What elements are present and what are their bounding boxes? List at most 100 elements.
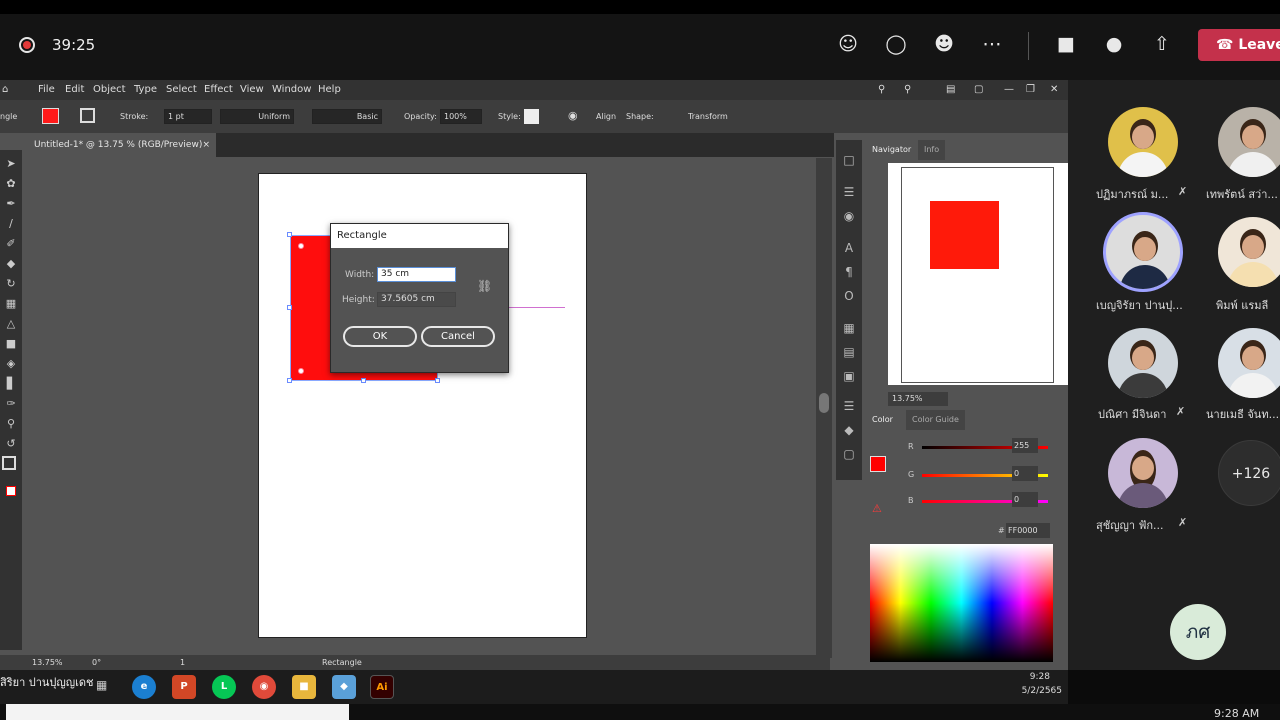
self-avatar[interactable]: ภศ (1170, 604, 1226, 660)
paragraph-icon[interactable]: ¶ (841, 264, 857, 280)
fill-swatch[interactable] (42, 108, 59, 124)
document-tab[interactable]: Untitled-1* @ 13.75 % (RGB/Preview) × (26, 133, 216, 157)
chrome-icon[interactable]: ◉ (252, 675, 276, 699)
variable-width-profile[interactable]: Uniform (220, 109, 294, 124)
app-icon[interactable]: ◆ (332, 675, 356, 699)
leave-button[interactable]: ☎ Leave (1198, 29, 1280, 61)
menu-window[interactable]: Window (272, 84, 311, 95)
scale-tool-icon[interactable]: ▦ (2, 296, 20, 312)
character-icon[interactable]: A (841, 240, 857, 256)
participant-avatar-active-speaker[interactable] (1103, 212, 1183, 292)
participant-avatar[interactable] (1108, 438, 1178, 508)
eraser-tool-icon[interactable]: ◆ (2, 256, 20, 272)
participant-avatar[interactable] (1218, 107, 1280, 177)
tab-info[interactable]: Info (918, 140, 946, 160)
participant-avatar[interactable] (1218, 328, 1280, 398)
participant-avatar[interactable] (1218, 217, 1280, 287)
shape-link[interactable]: Shape: (626, 112, 654, 121)
recolor-icon[interactable]: ◉ (568, 109, 578, 122)
r-value[interactable]: 255 (1012, 438, 1038, 453)
restore-icon[interactable]: ❐ (1026, 84, 1035, 95)
opacity-field[interactable]: 100% (440, 109, 482, 124)
line-app-icon[interactable]: L (212, 675, 236, 699)
stroke-panel-icon[interactable]: ☰ (841, 184, 857, 200)
appearance-icon[interactable]: ◉ (841, 208, 857, 224)
handle-top-left[interactable] (287, 232, 292, 237)
handle-bottom-middle[interactable] (361, 378, 366, 383)
transform-panel-icon[interactable]: ▦ (841, 320, 857, 336)
task-view-icon[interactable]: ▦ (96, 678, 107, 692)
symbol-tool-icon[interactable]: ◈ (2, 356, 20, 372)
align-panel-icon[interactable]: ▤ (841, 344, 857, 360)
illustrator-icon[interactable]: Ai (370, 675, 394, 699)
zoom-tool-icon[interactable]: ⚲ (2, 416, 20, 432)
tab-color[interactable]: Color (866, 410, 899, 430)
menu-effect[interactable]: Effect (204, 84, 233, 95)
status-rotation[interactable]: 0° (92, 658, 101, 667)
tab-color-guide[interactable]: Color Guide (906, 410, 965, 430)
file-explorer-icon[interactable]: ■ (292, 675, 316, 699)
stroke-weight-field[interactable]: 1 pt (164, 109, 212, 124)
chat-icon[interactable]: ◯ (882, 30, 910, 58)
vertical-scrollbar[interactable] (816, 158, 832, 658)
constrain-proportions-icon[interactable]: ⛓ (477, 279, 492, 293)
layers-icon[interactable]: ◆ (841, 422, 857, 438)
close-tab-icon[interactable]: × (202, 133, 210, 157)
handle-middle-left[interactable] (287, 305, 292, 310)
lasso-tool-icon[interactable]: ✿ (2, 176, 20, 192)
handle-bottom-left[interactable] (287, 378, 292, 383)
status-zoom[interactable]: 13.75% (32, 658, 63, 667)
camera-off-icon[interactable]: ■ (1052, 30, 1080, 58)
participant-avatar[interactable] (1108, 328, 1178, 398)
powerpoint-icon[interactable]: P (172, 675, 196, 699)
eyedropper-tool-icon[interactable]: ✑ (2, 396, 20, 412)
status-artboard[interactable]: 1 (180, 658, 185, 667)
handle-bottom-right[interactable] (435, 378, 440, 383)
hex-field[interactable]: FF0000 (1006, 523, 1050, 538)
share-screen-icon[interactable]: ⇧ (1148, 30, 1176, 58)
find-icon[interactable]: ⚲ (904, 84, 911, 95)
line-tool-icon[interactable]: ∕ (2, 216, 20, 232)
opentype-icon[interactable]: O (841, 288, 857, 304)
pathfinder-icon[interactable]: ▣ (841, 368, 857, 384)
style-swatch[interactable] (524, 109, 539, 124)
fill-color-swatch[interactable] (870, 456, 886, 472)
arrange-icon[interactable]: ▤ (946, 84, 955, 95)
workspace-icon[interactable]: ▢ (974, 84, 983, 95)
mic-off-icon[interactable]: ● (1100, 30, 1128, 58)
cancel-button[interactable]: Cancel (421, 326, 495, 347)
menu-file[interactable]: File (38, 84, 55, 95)
g-value[interactable]: 0 (1012, 466, 1038, 481)
warning-icon[interactable]: ⚠ (872, 502, 882, 515)
people-icon[interactable]: ☺ (834, 30, 862, 58)
menu-help[interactable]: Help (318, 84, 341, 95)
navigator-preview[interactable] (888, 163, 1068, 385)
b-value[interactable]: 0 (1012, 492, 1038, 507)
home-icon[interactable]: ⌂ (2, 84, 8, 95)
brush-tool-icon[interactable]: ✐ (2, 236, 20, 252)
none-swatch-icon[interactable] (6, 486, 16, 496)
scroll-thumb[interactable] (819, 393, 829, 413)
menu-select[interactable]: Select (166, 84, 197, 95)
navigator-zoom-field[interactable]: 13.75% (888, 392, 948, 406)
height-input[interactable]: 37.5605 cm (377, 292, 456, 307)
participant-avatar[interactable] (1108, 107, 1178, 177)
host-search-box[interactable] (6, 704, 349, 720)
gradient-tool-icon[interactable]: ■ (2, 336, 20, 352)
width-input[interactable]: 35 cm (377, 267, 456, 282)
selection-tool-icon[interactable]: ➤ (2, 156, 20, 172)
align-link[interactable]: Align (596, 112, 616, 121)
stroke-fill-icon[interactable] (2, 456, 16, 470)
more-options-icon[interactable]: ⋯ (978, 30, 1006, 58)
edge-icon[interactable]: e (132, 675, 156, 699)
shape-builder-icon[interactable]: △ (2, 316, 20, 332)
search-icon[interactable]: ⚲ (878, 84, 885, 95)
pen-tool-icon[interactable]: ✒ (2, 196, 20, 212)
rotate-tool-icon[interactable]: ↻ (2, 276, 20, 292)
artboards-icon[interactable]: ▢ (841, 446, 857, 462)
stroke-swatch[interactable] (80, 108, 95, 123)
menu-type[interactable]: Type (134, 84, 157, 95)
swap-icon[interactable]: ↺ (2, 436, 20, 452)
menu-view[interactable]: View (240, 84, 264, 95)
properties-icon[interactable]: ☰ (841, 398, 857, 414)
